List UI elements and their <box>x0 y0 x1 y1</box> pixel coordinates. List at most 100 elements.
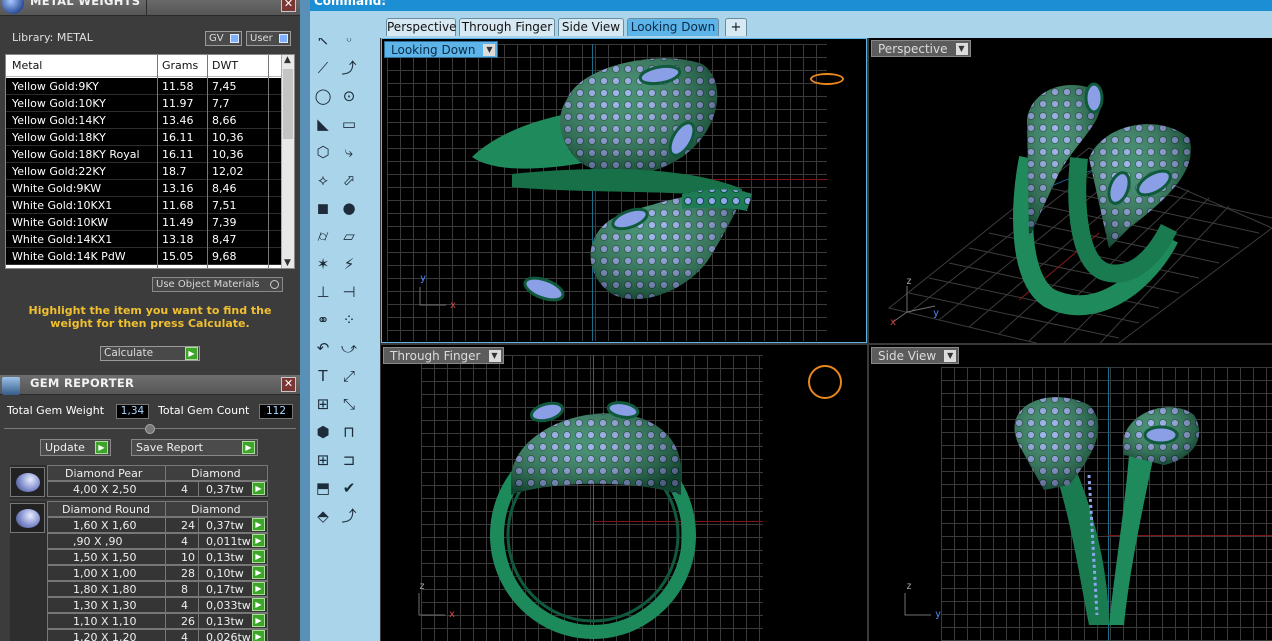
metal-table-row[interactable]: Yellow Gold:18KY Royal 16.11 10,36 <box>6 146 283 163</box>
scrollbar-thumb[interactable] <box>283 69 293 139</box>
highlight-icon[interactable]: ⚡ <box>338 253 360 275</box>
metal-table-scrollbar[interactable]: ▲ ▼ <box>281 55 294 268</box>
align-icon[interactable]: ⊐ <box>338 449 360 471</box>
metal-table-row[interactable]: Yellow Gold:18KY 16.11 10,36 <box>6 129 283 146</box>
box-icon[interactable]: ◼ <box>312 197 334 219</box>
extrude-icon[interactable]: ⬀ <box>338 169 360 191</box>
update-button[interactable]: Update ▶ <box>40 439 111 456</box>
cylinder-icon[interactable]: ⌭ <box>312 225 334 247</box>
close-icon[interactable]: ✕ <box>281 377 296 392</box>
chevron-down-icon[interactable]: ▼ <box>483 44 496 56</box>
metal-table-row[interactable]: White Gold:10KX1 11.68 7,51 <box>6 197 283 214</box>
text-icon[interactable]: T <box>312 365 334 387</box>
add-tab-icon[interactable]: + <box>725 18 747 36</box>
viewport-label-side-view[interactable]: Side View ▼ <box>871 347 960 364</box>
select-gem-icon[interactable]: ▶ <box>252 482 265 495</box>
command-bar[interactable]: Command: <box>310 0 1272 11</box>
metal-weights-titlebar[interactable]: METAL WEIGHTS ✕ <box>0 0 300 16</box>
select-gem-icon[interactable]: ▶ <box>252 614 265 627</box>
ring-orientation-icon[interactable] <box>810 73 844 85</box>
offset-icon[interactable]: ⤻ <box>338 337 360 359</box>
group-icon[interactable]: ⁘ <box>338 309 360 331</box>
metal-table-row[interactable]: White Gold:9KW 13.16 8,46 <box>6 180 283 197</box>
cage-edit-icon[interactable]: ⟡ <box>312 169 334 191</box>
viewport-label-looking-down[interactable]: Looking Down ▼ <box>384 41 499 58</box>
chevron-down-icon[interactable]: ▼ <box>488 350 501 362</box>
select-gem-icon[interactable]: ▶ <box>252 550 265 563</box>
material-icon[interactable]: ⬘ <box>312 505 334 527</box>
metal-table-row[interactable]: White Gold:14KX1 13.18 8,47 <box>6 231 283 248</box>
split-icon[interactable]: ⊥ <box>312 281 334 303</box>
viewport-looking-down[interactable]: y x Looking Down ▼ <box>381 38 867 343</box>
gem-tool-icon[interactable]: ✶ <box>312 253 334 275</box>
chevron-down-icon[interactable]: ▼ <box>955 43 968 55</box>
tab-looking-down[interactable]: Looking Down <box>627 18 719 36</box>
metal-table-row[interactable]: Yellow Gold:22KY 18.7 12,02 <box>6 163 283 180</box>
select-gem-icon[interactable]: ▶ <box>252 518 265 531</box>
plane-icon[interactable]: ▱ <box>338 225 360 247</box>
measure-icon[interactable]: ⊓ <box>338 421 360 443</box>
viewport-through-finger[interactable]: z x Through Finger ▼ <box>381 345 867 641</box>
save-report-button[interactable]: Save Report ▶ <box>131 439 258 456</box>
array-icon[interactable]: ⊞ <box>312 393 334 415</box>
tab-perspective[interactable]: Perspective <box>386 18 457 36</box>
fillet-curve-icon[interactable]: ⤷ <box>338 141 360 163</box>
arc-icon[interactable]: ◣ <box>312 113 334 135</box>
gem-row[interactable]: 4,00 X 2,50 4 0,37tw <box>47 481 268 497</box>
gem-row[interactable]: 1,20 X 1,20 4 0,026tw <box>47 629 268 641</box>
user-toggle[interactable]: User <box>246 31 291 46</box>
gem-row[interactable]: 1,80 X 1,80 8 0,17tw <box>47 581 268 597</box>
grid-array-icon[interactable]: ⊞ <box>312 449 334 471</box>
metal-table-row[interactable]: Yellow Gold:14KY 13.46 8,66 <box>6 112 283 129</box>
select-gem-icon[interactable]: ▶ <box>252 598 265 611</box>
metal-table-row[interactable]: Yellow Gold:9KY 11.58 7,45 <box>6 78 283 95</box>
gem-row[interactable]: 1,50 X 1,50 10 0,13tw <box>47 549 268 565</box>
calculate-button[interactable]: Calculate ▶ <box>100 346 200 361</box>
tab-through-finger[interactable]: Through Finger <box>459 18 555 36</box>
curve-points-icon[interactable]: ⤴ <box>338 57 360 79</box>
polyline-icon[interactable]: ⟋ <box>312 57 334 79</box>
column-header-grams[interactable]: Grams <box>162 59 198 72</box>
gem-row[interactable]: 1,00 X 1,00 28 0,10tw <box>47 565 268 581</box>
tab-side-view[interactable]: Side View <box>558 18 624 36</box>
divider-handle[interactable] <box>145 424 155 434</box>
sphere-icon[interactable]: ● <box>338 197 360 219</box>
gem-reporter-titlebar[interactable]: GEM REPORTER ✕ <box>0 375 300 395</box>
select-gem-icon[interactable]: ▶ <box>252 534 265 547</box>
close-icon[interactable]: ✕ <box>281 0 296 12</box>
scroll-down-icon[interactable]: ▼ <box>284 258 291 268</box>
rectangle-icon[interactable]: ▭ <box>338 113 360 135</box>
chevron-down-icon[interactable]: ▼ <box>944 350 957 362</box>
ellipse-icon[interactable]: ⊙ <box>338 85 360 107</box>
viewport-side-view[interactable]: z y Side View ▼ <box>869 345 1272 641</box>
check-icon[interactable]: ✔ <box>338 477 360 499</box>
flow-icon[interactable]: ⤴ <box>338 505 360 527</box>
viewport-label-perspective[interactable]: Perspective ▼ <box>871 40 971 57</box>
solid-icon[interactable]: ⬢ <box>312 421 334 443</box>
scale-icon[interactable]: ⤢ <box>338 365 360 387</box>
gem-row[interactable]: 1,10 X 1,10 26 0,13tw <box>47 613 268 629</box>
column-header-dwt[interactable]: DWT <box>212 59 238 72</box>
select-gem-icon[interactable]: ▶ <box>252 566 265 579</box>
gem-row[interactable]: ,90 X ,90 4 0,011tw <box>47 533 268 549</box>
scroll-up-icon[interactable]: ▲ <box>284 55 291 65</box>
bend-icon[interactable]: ⤡ <box>338 393 360 415</box>
metal-table-row[interactable]: White Gold:10KW 11.49 7,39 <box>6 214 283 231</box>
metal-table[interactable]: Metal Grams DWT Yellow Gold:9KY 11.58 7,45… <box>5 54 295 269</box>
gv-toggle[interactable]: GV <box>205 31 242 46</box>
pipe-icon[interactable]: ↶ <box>312 337 334 359</box>
circle-icon[interactable]: ◯ <box>312 85 334 107</box>
paint-icon[interactable]: ⬒ <box>312 477 334 499</box>
metal-table-row[interactable]: White Gold:14K PdW 15.05 9,68 <box>6 248 283 265</box>
gem-row[interactable]: 1,60 X 1,60 24 0,37tw <box>47 517 268 533</box>
trim-icon[interactable]: ⊣ <box>338 281 360 303</box>
ring-orientation-icon[interactable] <box>808 365 842 399</box>
boolean-icon[interactable]: ⚭ <box>312 309 334 331</box>
column-header-metal[interactable]: Metal <box>12 59 42 72</box>
use-object-materials-checkbox[interactable]: Use Object Materials <box>152 277 283 292</box>
viewport-perspective[interactable]: z y x Perspective ▼ <box>869 38 1272 343</box>
gem-row[interactable]: 1,30 X 1,30 4 0,033tw <box>47 597 268 613</box>
viewport-label-through-finger[interactable]: Through Finger ▼ <box>383 347 504 364</box>
polygon-icon[interactable]: ⬡ <box>312 141 334 163</box>
select-gem-icon[interactable]: ▶ <box>252 630 265 641</box>
